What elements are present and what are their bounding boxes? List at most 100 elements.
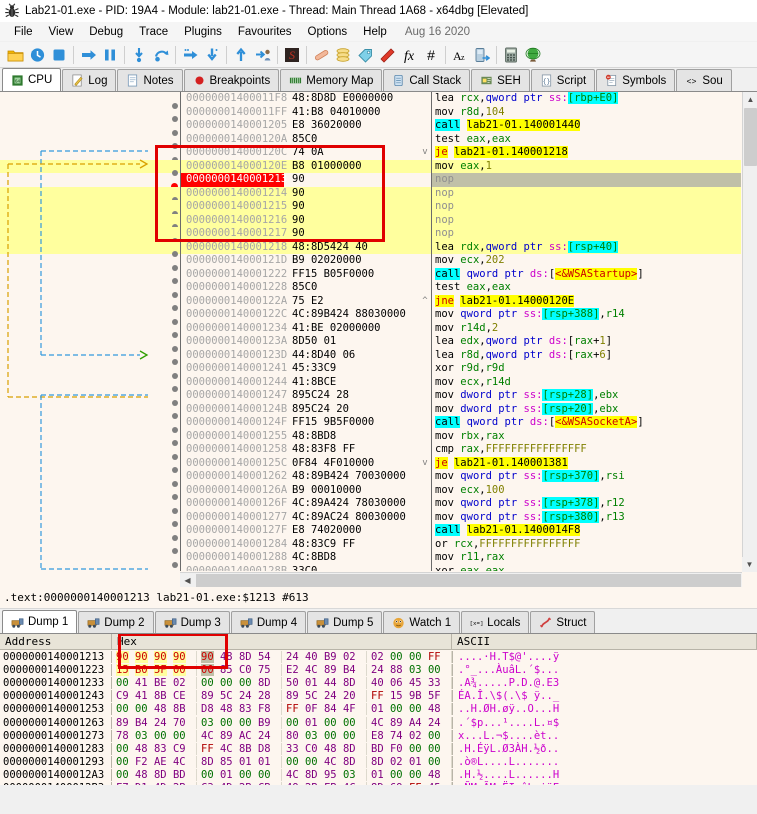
disassembly-row[interactable]: 000000014000121D B9 02020000 mov ecx,202 — [0, 254, 741, 271]
dump-byte[interactable]: 89 — [220, 730, 233, 742]
dump-byte[interactable]: CE — [173, 690, 186, 702]
dump-byte[interactable]: 00 — [239, 677, 252, 689]
dump-byte[interactable]: 83 — [154, 743, 167, 755]
dump-byte[interactable]: 03 — [135, 730, 148, 742]
disassembly-row[interactable]: 0000000140001213 90 nop — [0, 173, 741, 191]
dump-byte[interactable]: 69 — [390, 782, 403, 785]
scroll-up-icon[interactable]: ▲ — [743, 92, 757, 107]
disassembly-row[interactable]: 0000000140001241 45:33C9 xor r9d,r9d — [0, 362, 741, 379]
disassembly-row[interactable]: 0000000140001216 90 nop — [0, 213, 741, 231]
tab-seh[interactable]: SEH — [471, 69, 530, 91]
dump-byte[interactable]: 83 — [239, 703, 252, 715]
dump-byte[interactable]: F0 — [390, 743, 403, 755]
tab-dump-5[interactable]: Dump 5 — [307, 611, 383, 633]
dump-byte[interactable]: 00 — [239, 769, 252, 781]
dump-hex-cells[interactable]: C9 41 8B CE 89 5C 24 28 89 5C 24 20 FF 15 9… — [112, 690, 452, 703]
dump-byte[interactable]: 45 — [409, 677, 422, 689]
dump-byte[interactable]: 90 — [153, 650, 167, 663]
run-icon[interactable] — [77, 44, 99, 66]
dump-hex-cells[interactable]: 78 03 00 00 4C 89 AC 24 80 03 00 00 E8 74 0… — [112, 729, 452, 742]
dump-hex-cells[interactable]: 00 F2 AE 4C 8D 85 01 01 00 00 4C 8D 8D 02 0… — [112, 756, 452, 769]
step-into-icon[interactable] — [128, 44, 150, 66]
step-down-icon[interactable] — [201, 44, 223, 66]
step-out-icon[interactable] — [179, 44, 201, 66]
dump-byte[interactable]: 02 — [409, 730, 422, 742]
dump-byte[interactable]: 5C — [305, 690, 318, 702]
scroll-down-icon[interactable]: ▼ — [742, 557, 757, 572]
disassembly-row[interactable]: 000000014000124B 895C24 20 mov dword ptr s… — [0, 402, 741, 420]
dump-header-hex[interactable]: Hex — [112, 634, 452, 650]
hash-icon[interactable]: # — [420, 44, 442, 66]
dump-byte[interactable]: 00 — [409, 769, 422, 781]
dump-byte[interactable]: 00 — [154, 730, 167, 742]
dump-byte[interactable]: 00 — [343, 717, 356, 729]
dump-byte[interactable]: 5C — [220, 690, 233, 702]
dump-byte[interactable]: 90 — [134, 650, 148, 663]
dump-hex-cells[interactable]: 00 48 8D BD 00 01 00 00 4C 8D 95 03 01 00 0… — [112, 769, 452, 782]
dump-byte[interactable]: 00 — [116, 703, 129, 715]
dump-byte[interactable]: 24 — [428, 717, 441, 729]
menu-debug[interactable]: Debug — [81, 24, 131, 40]
dump-byte[interactable]: 8D — [305, 769, 318, 781]
dump-byte[interactable]: 89 — [286, 690, 299, 702]
dump-byte[interactable]: AE — [154, 756, 167, 768]
dump-byte[interactable]: 40 — [371, 677, 384, 689]
tab-struct[interactable]: Struct — [530, 611, 596, 633]
dump-byte[interactable]: 00 — [428, 756, 441, 768]
stop-icon[interactable] — [48, 44, 70, 66]
dump-byte[interactable]: 24 — [258, 730, 271, 742]
dump-byte[interactable]: 4C — [371, 717, 384, 729]
vscroll-thumb[interactable] — [744, 108, 757, 166]
dump-byte[interactable]: 78 — [116, 730, 129, 742]
tab-notes[interactable]: Notes — [117, 69, 183, 91]
dump-byte[interactable]: 03 — [343, 769, 356, 781]
dump-byte[interactable]: 00 — [390, 651, 403, 663]
dump-byte[interactable]: 24 — [239, 690, 252, 702]
dump-byte[interactable]: 80 — [286, 730, 299, 742]
dump-byte[interactable]: 8B — [239, 743, 252, 755]
disassembly-row[interactable]: 0000000140001218 48:8D5424 40 lea rdx,qwor… — [0, 240, 741, 258]
dump-byte[interactable]: 5F — [153, 663, 167, 676]
dump-byte[interactable]: 49 — [286, 782, 299, 785]
dump-row[interactable]: 0000000140001223 15 B0 5F 00 00 85 C0 75 E2… — [0, 663, 757, 676]
dump-hex-cells[interactable]: 15 B0 5F 00 00 85 C0 75 E2 4C 89 B4 24 88 0… — [112, 663, 452, 676]
dump-byte[interactable]: 4F — [343, 703, 356, 715]
pause-icon[interactable] — [99, 44, 121, 66]
dump-byte[interactable]: BD — [371, 743, 384, 755]
dump-byte[interactable]: 41 — [135, 677, 148, 689]
menu-options[interactable]: Options — [300, 24, 356, 40]
dump-byte[interactable]: BE — [154, 677, 167, 689]
disassembly-row[interactable]: 0000000140001247 895C24 28 mov dword ptr s… — [0, 389, 741, 406]
disassembly-row[interactable]: 0000000140001215 90 nop — [0, 200, 741, 217]
dump-byte[interactable]: FF — [428, 651, 441, 663]
dump-byte[interactable]: 95 — [324, 769, 337, 781]
disassembly-row[interactable]: 000000014000120A 85C0 test eax,eax — [0, 132, 741, 150]
dump-byte[interactable]: 9B — [409, 690, 422, 702]
disassembly-row[interactable]: 0000000140001228 85C0 test eax,eax — [0, 281, 741, 298]
dump-byte[interactable]: 02 — [371, 651, 384, 663]
dump-byte[interactable]: 01 — [371, 703, 384, 715]
tab-watch-1[interactable]: Watch 1 — [383, 611, 461, 633]
disassembly-vscrollbar[interactable]: ▲ — [742, 92, 757, 572]
dump-byte[interactable]: C0 — [239, 664, 252, 676]
dump-hex-cells[interactable]: 00 48 83 C9 FF 4C 8B D8 33 C0 48 8D BD F0 0… — [112, 742, 452, 755]
disassembly-row[interactable]: 0000000140001288 4C:8BD8 mov r11,rax — [0, 551, 741, 568]
dump-byte[interactable]: B9 — [324, 651, 337, 663]
tab-locals[interactable]: [x=] Locals — [461, 611, 530, 633]
dump-byte[interactable]: 01 — [239, 756, 252, 768]
dump-byte[interactable]: 8D — [239, 651, 252, 663]
dump-byte[interactable]: CB — [258, 782, 271, 785]
disassembly-row[interactable]: 0000000140001255 48:8BD8 mov rbx,rax — [0, 429, 741, 447]
function-icon[interactable]: fx — [398, 44, 420, 66]
dump-byte[interactable]: 03 — [409, 664, 422, 676]
dump-byte[interactable]: F2 — [135, 756, 148, 768]
disassembly-panel[interactable]: 00000001400011F8 48:8D8D E0000000 lea rcx,… — [0, 92, 757, 587]
dump-byte[interactable]: C0 — [305, 743, 318, 755]
dump-byte[interactable]: 00 — [201, 663, 214, 676]
dump-byte[interactable]: 00 — [201, 769, 214, 781]
dump-byte[interactable]: B0 — [134, 663, 148, 676]
dump-byte[interactable]: 00 — [220, 677, 233, 689]
dump-byte[interactable]: 48 — [220, 651, 233, 663]
dump-byte[interactable]: 4C — [220, 743, 233, 755]
step-over-icon[interactable] — [150, 44, 172, 66]
